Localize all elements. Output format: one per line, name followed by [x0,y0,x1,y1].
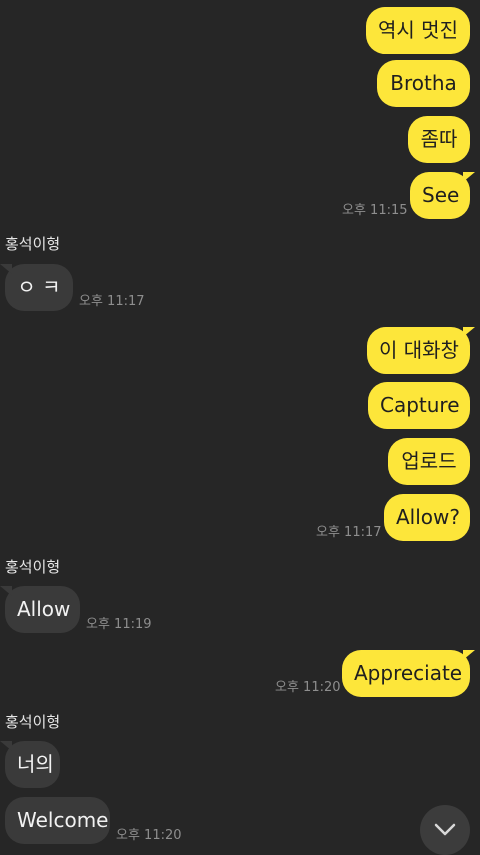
message-text: Appreciate [354,661,463,685]
received-message-bubble[interactable]: ㅇ ㅋ [0,264,73,311]
message-text: 좀따 [420,127,458,151]
message-timestamp: 오후 11:19 [86,617,152,632]
message-text: Allow? [396,505,461,529]
message-timestamp: 오후 11:20 [116,828,182,843]
received-message-bubble[interactable]: Welcome [5,797,110,844]
message-text: 역시 멋진 [378,18,458,42]
sender-name: 홍석이형 [5,713,61,731]
message-text: Capture [380,393,460,417]
scroll-to-bottom-button[interactable] [420,805,470,855]
received-message-bubble[interactable]: Allow [0,586,80,633]
sent-message-bubble[interactable]: 업로드 [388,438,470,485]
sent-message-bubble[interactable]: Allow? [384,494,470,541]
sender-name: 홍석이형 [5,558,61,576]
message-timestamp: 오후 11:17 [79,294,145,309]
sent-message-bubble[interactable]: 좀따 [408,116,470,163]
received-message-bubble[interactable]: 너의 [0,741,60,788]
message-text: Brotha [390,71,457,95]
sent-message-bubble[interactable]: 이 대화창 [367,327,475,374]
sent-message-bubble[interactable]: Brotha [377,60,470,107]
message-text: Welcome [17,808,109,832]
message-text: ㅇ ㅋ [17,275,61,299]
message-timestamp: 오후 11:20 [275,680,341,695]
chevron-down-icon [434,823,456,837]
message-timestamp: 오후 11:15 [342,203,408,218]
sender-name: 홍석이형 [5,235,61,253]
sent-message-bubble[interactable]: Capture [368,382,470,429]
message-text: 이 대화창 [379,338,459,362]
sent-message-bubble[interactable]: Appreciate [342,650,475,697]
sent-message-bubble[interactable]: See [410,172,475,219]
sent-message-bubble[interactable]: 역시 멋진 [366,7,470,54]
message-text: 너의 [17,752,54,776]
message-text: See [422,183,460,207]
message-timestamp: 오후 11:17 [316,525,382,540]
message-text: Allow [17,597,71,621]
message-text: 업로드 [401,449,457,473]
